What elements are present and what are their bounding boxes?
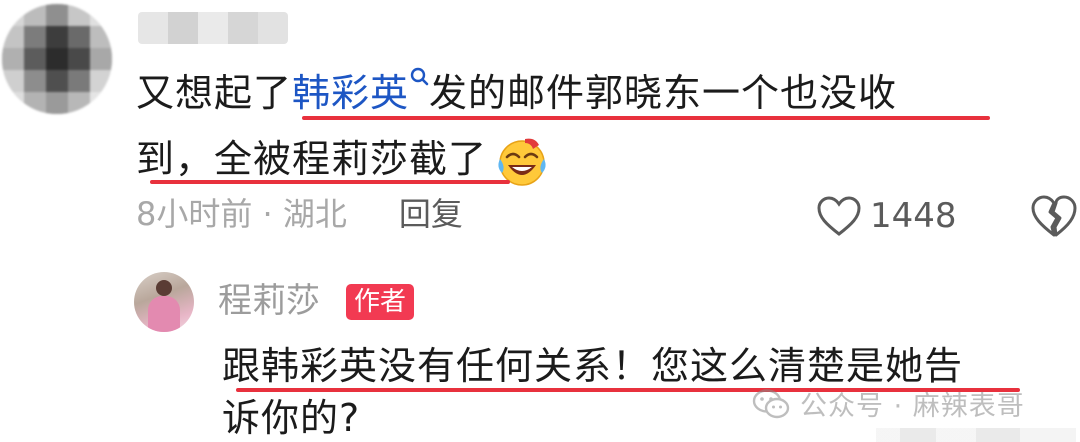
commenter-username-blurred[interactable]: [138, 12, 288, 44]
comment-text-prefix: 又想起了: [136, 71, 293, 115]
search-icon[interactable]: [409, 64, 429, 94]
corner-watermark-fragment: [876, 428, 1076, 442]
commenter-avatar[interactable]: [2, 4, 112, 114]
reply-author-avatar[interactable]: [134, 272, 194, 332]
like-button[interactable]: 1448: [816, 190, 957, 242]
broken-heart-icon[interactable]: [1030, 194, 1078, 238]
mention-link[interactable]: 韩彩英: [292, 71, 409, 115]
comment-meta: 8小时前 · 湖北 回复: [136, 188, 463, 240]
like-count: 1448: [870, 196, 957, 236]
highlight-underline-line-1: [302, 116, 990, 120]
heart-icon[interactable]: [816, 195, 862, 237]
comment-screen: 又想起了韩彩英 发的邮件郭晓东一个也没收 到，全被程莉莎截了 8小时前 · 湖北 回…: [0, 0, 1080, 442]
comment-text-suffix: 发的邮件郭晓东一个也没收: [429, 71, 898, 115]
comment-text-line-2: 到，全被程莉莎截了: [136, 137, 488, 181]
wechat-icon: [752, 388, 790, 418]
comment-time-location: 8小时前 · 湖北: [136, 195, 347, 233]
reply-button[interactable]: 回复: [399, 195, 463, 233]
reply-author-name[interactable]: 程莉莎: [218, 278, 320, 324]
comment-text: 又想起了韩彩英 发的邮件郭晓东一个也没收 到，全被程莉莎截了: [136, 60, 1016, 192]
author-badge: 作者: [346, 284, 415, 320]
watermark-text: 公众号 · 麻辣表哥: [800, 391, 1025, 422]
watermark: 公众号 · 麻辣表哥: [752, 384, 1025, 423]
highlight-underline-line-2: [150, 180, 510, 184]
